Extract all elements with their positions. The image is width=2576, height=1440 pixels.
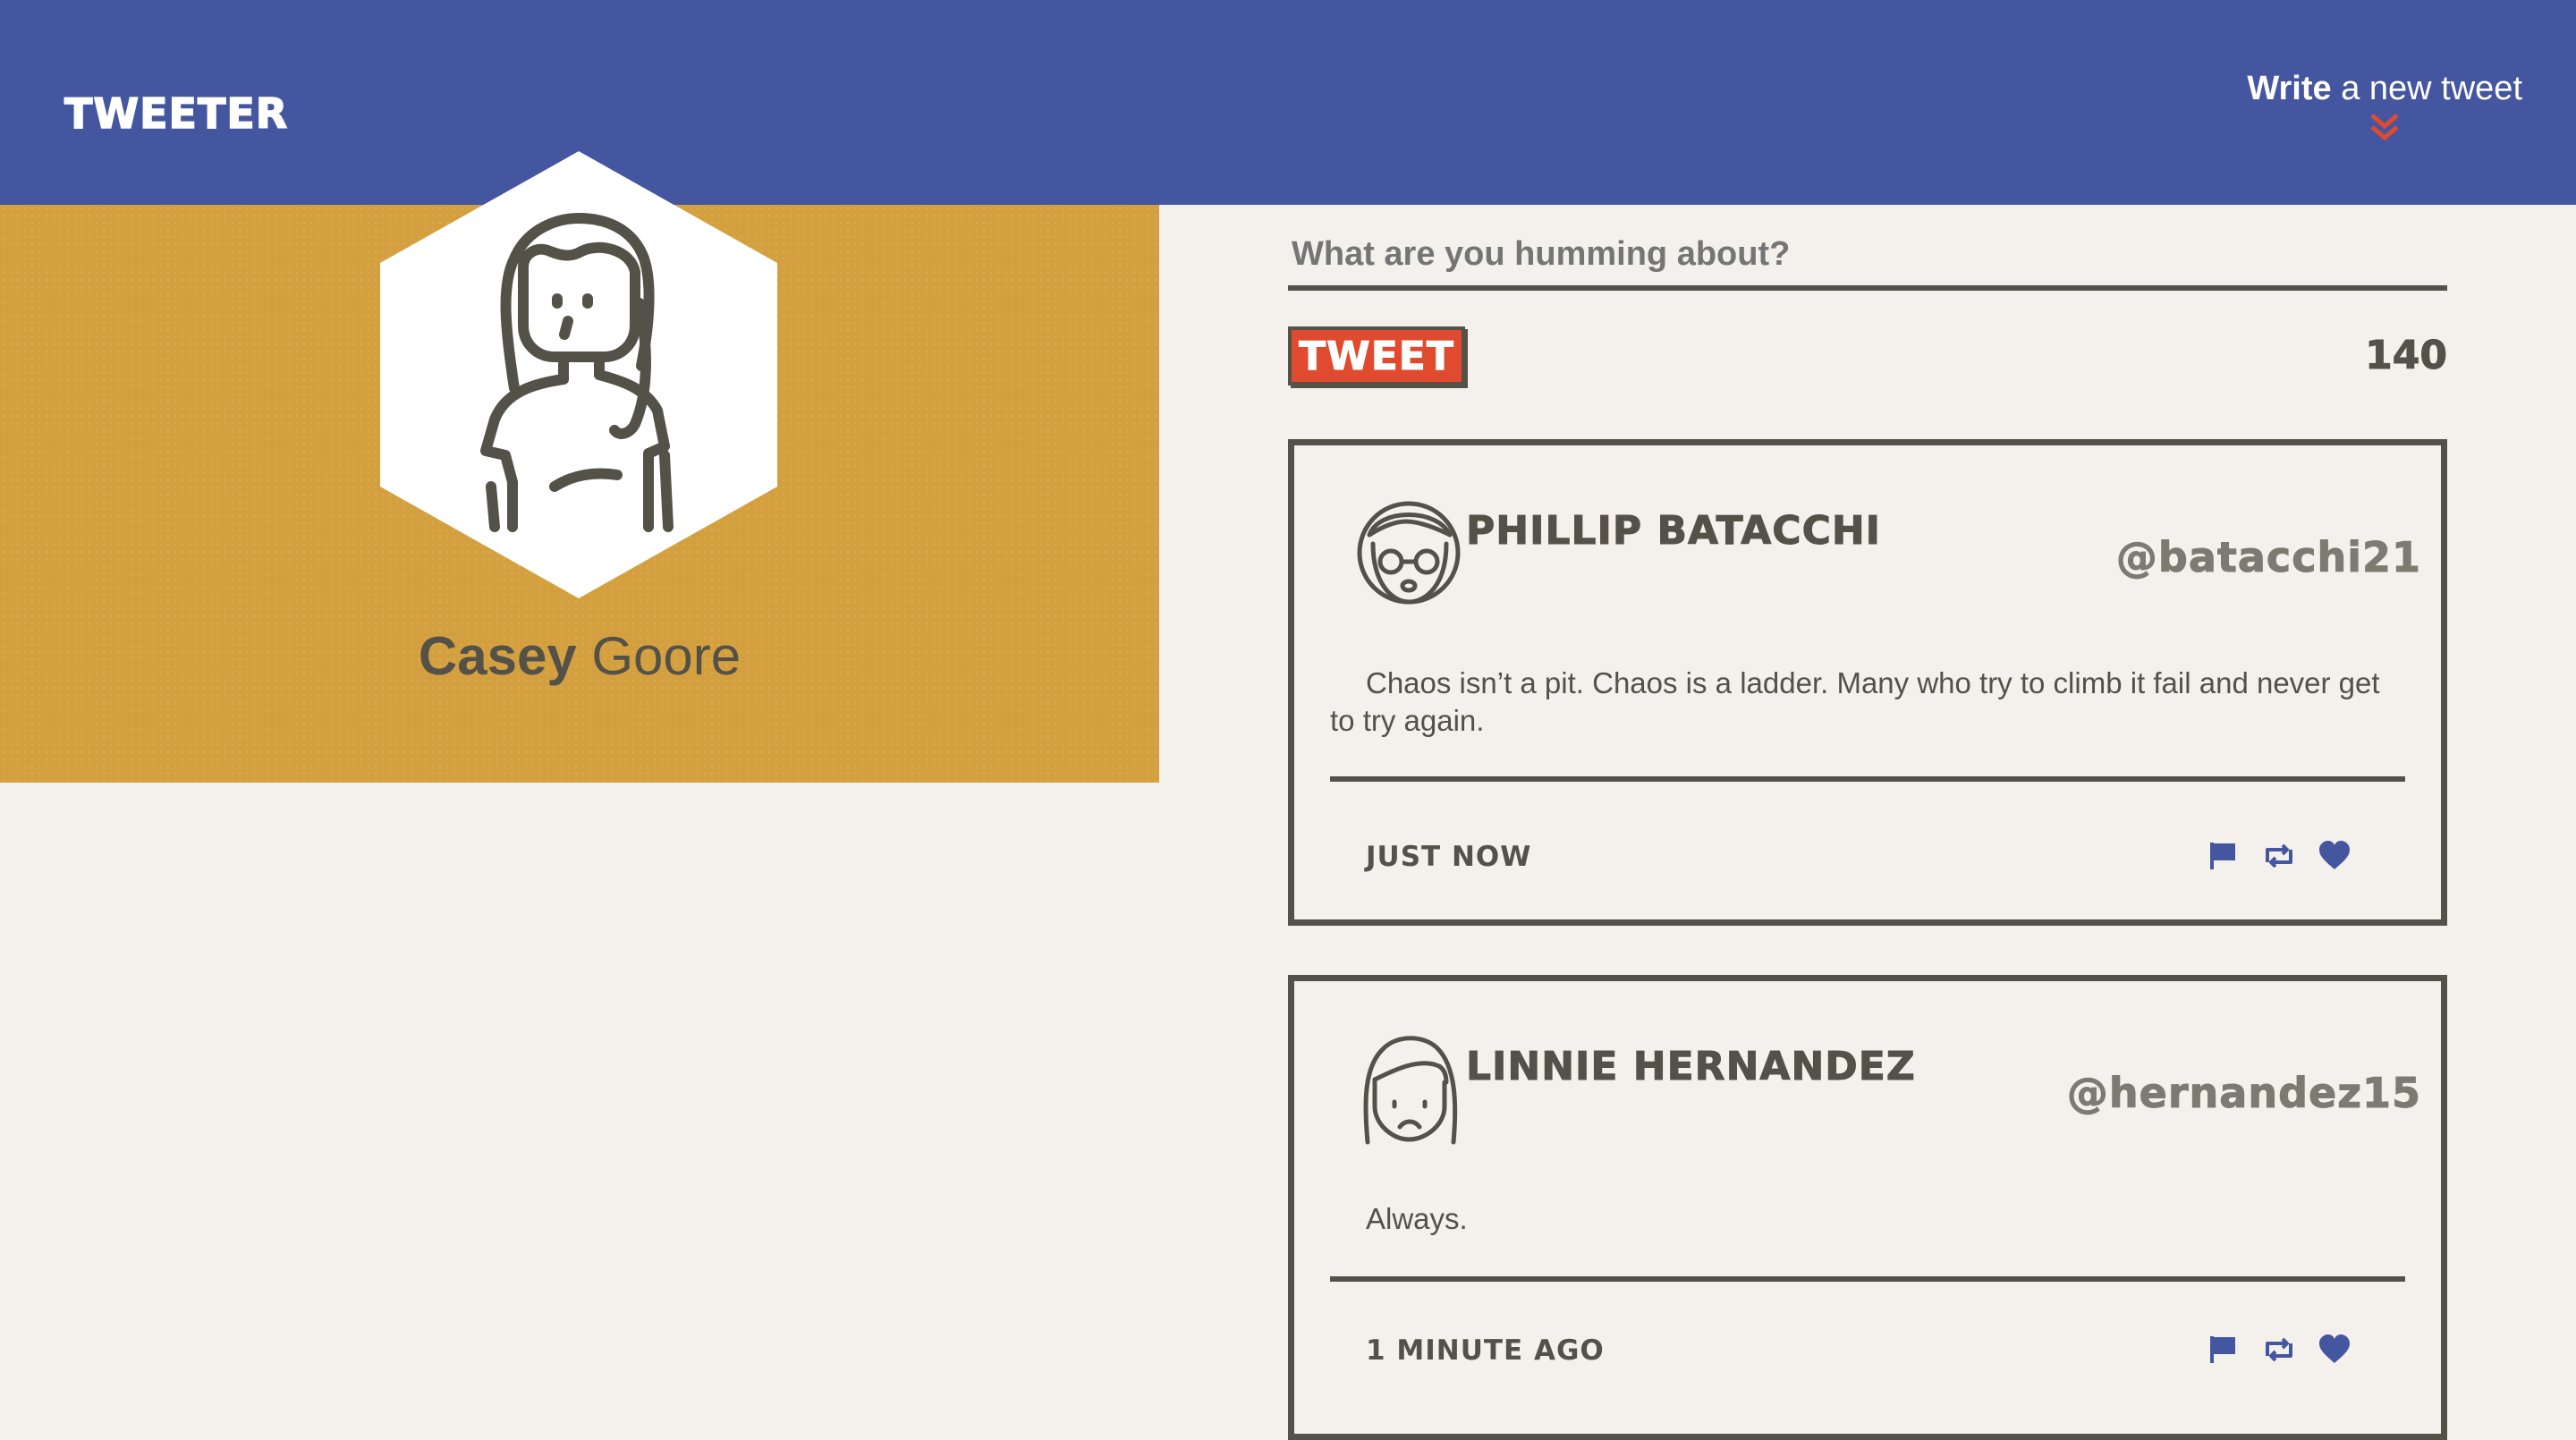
heart-icon[interactable] [2318, 1333, 2351, 1367]
tweet-composer: TWEET 140 [1288, 205, 2447, 385]
tweet-divider [1330, 1276, 2405, 1282]
profile-first-name: Casey [418, 626, 577, 686]
heart-icon[interactable] [2318, 839, 2351, 873]
tweet-card: Linnie Hernandez @hernandez15 Always. 1 … [1288, 975, 2447, 1440]
profile-avatar [380, 151, 777, 598]
profile-panel: Casey Goore [0, 151, 1159, 783]
tweet-timestamp: 1 minute ago [1366, 1334, 1605, 1367]
write-new-tweet-toggle[interactable]: Write a new tweet [2247, 70, 2522, 142]
tweet-author-name[interactable]: Phillip Batacchi [1465, 506, 1881, 556]
compose-toggle-strong: Write [2247, 70, 2332, 107]
tweet-actions [2207, 839, 2351, 873]
tweet-text: Chaos isn’t a pit. Chaos is a ladder. Ma… [1330, 666, 2380, 737]
retweet-icon[interactable] [2262, 1333, 2296, 1367]
author-avatar-glasses-man [1357, 501, 1461, 605]
double-chevron-down-icon [2370, 114, 2399, 141]
flag-icon[interactable] [2207, 839, 2241, 873]
tweet-author-handle[interactable]: @batacchi21 [2115, 533, 2421, 582]
app-brand[interactable]: TWEETER [64, 89, 288, 139]
character-counter: 140 [2365, 333, 2448, 379]
tweet-author-handle[interactable]: @hernandez15 [2066, 1069, 2421, 1118]
tweet-timestamp: just now [1366, 841, 1532, 873]
tweet-text: Always. [1366, 1202, 1468, 1235]
compose-toggle-rest: a new tweet [2331, 70, 2522, 107]
tweet-card: Phillip Batacchi @batacchi21 Chaos isn’t… [1288, 439, 2447, 926]
tweet-input[interactable] [1288, 205, 2447, 291]
flag-icon[interactable] [2207, 1333, 2241, 1367]
tweet-divider [1330, 776, 2405, 782]
author-avatar-woman [1363, 1036, 1458, 1145]
retweet-icon[interactable] [2262, 839, 2296, 873]
profile-last-name: Goore [576, 626, 741, 686]
tweet-actions [2207, 1333, 2351, 1367]
profile-display-name: Casey Goore [0, 625, 1159, 687]
tweet-submit-button[interactable]: TWEET [1288, 326, 1465, 385]
tweet-author-name[interactable]: Linnie Hernandez [1466, 1042, 1916, 1092]
